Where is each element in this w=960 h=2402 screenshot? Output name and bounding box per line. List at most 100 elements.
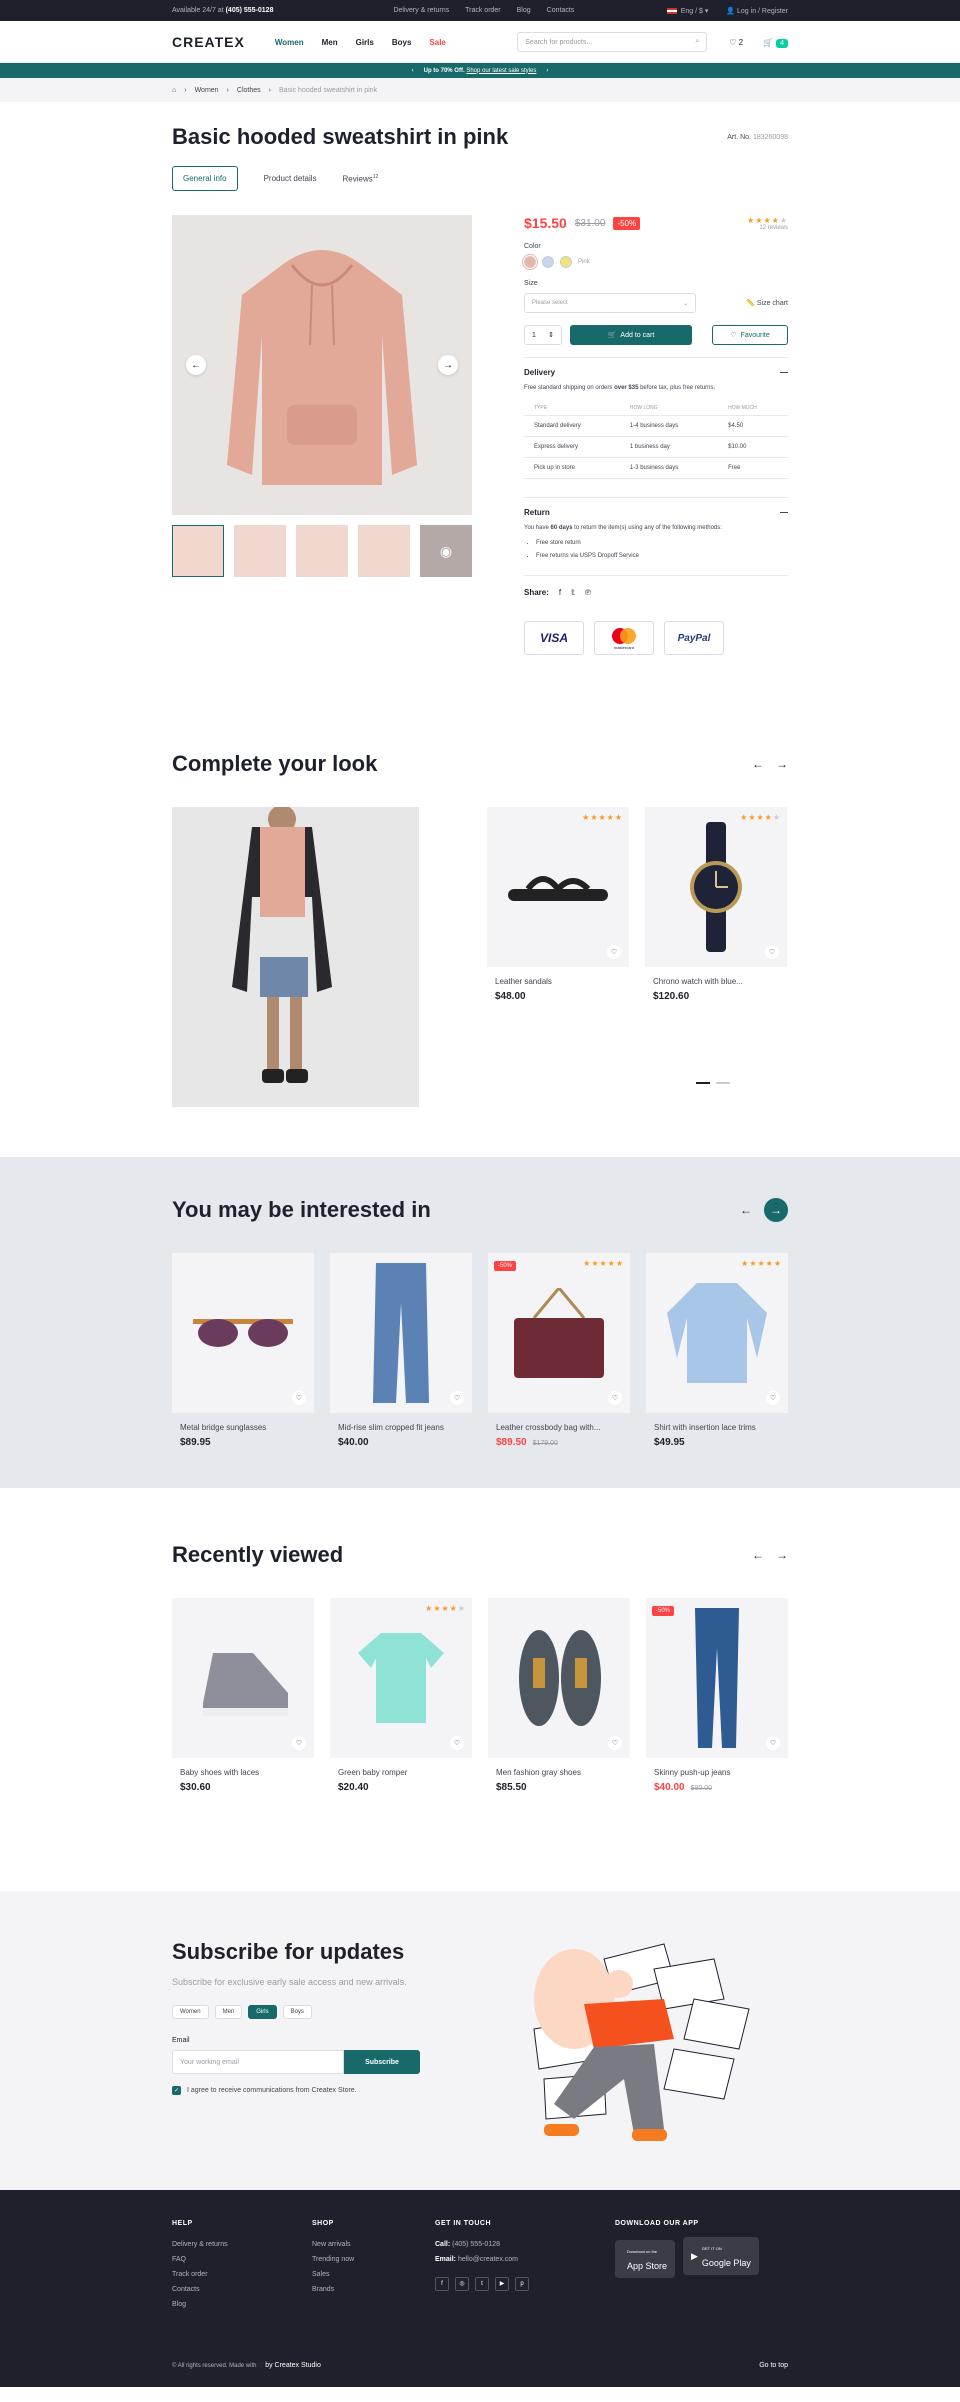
favourite-button[interactable]: ♡ Favourite	[712, 325, 788, 345]
product-name[interactable]: Baby shoes with laces	[180, 1768, 306, 1777]
chip-women[interactable]: Women	[172, 2005, 209, 2019]
footer-link[interactable]: Trending now	[312, 2252, 435, 2267]
nav-girls[interactable]: Girls	[356, 38, 374, 47]
color-swatch-pink[interactable]	[522, 254, 538, 270]
search-icon[interactable]: ⌕	[695, 38, 699, 46]
carousel-next-button[interactable]: →	[776, 1548, 788, 1562]
product-name[interactable]: Skinny push-up jeans	[654, 1768, 780, 1777]
color-swatch-blue[interactable]	[542, 256, 554, 268]
carousel-next-button[interactable]: →	[776, 757, 788, 771]
heart-icon[interactable]: ♡	[765, 945, 779, 959]
login-link[interactable]: 👤 Log in / Register	[726, 7, 788, 15]
topbar-link-delivery[interactable]: Delivery & returns	[393, 7, 449, 14]
language-selector[interactable]: Eng / $ ▾	[666, 7, 708, 15]
heart-icon[interactable]: ♡	[292, 1736, 306, 1750]
thumbnail[interactable]	[172, 525, 224, 577]
phone-link[interactable]: (405) 555-0128	[226, 7, 274, 14]
facebook-icon[interactable]: f	[559, 588, 561, 597]
wishlist-button[interactable]: ♡ 2	[729, 38, 743, 47]
footer-link[interactable]: Blog	[172, 2297, 312, 2312]
tab-general-info[interactable]: General info	[172, 166, 238, 191]
promo-prev-icon[interactable]: ‹	[412, 68, 414, 74]
product-name[interactable]: Men fashion gray shoes	[496, 1768, 622, 1777]
pinterest-icon[interactable]: p	[515, 2277, 529, 2291]
product-card[interactable]: ♡ Metal bridge sunglasses $89.95	[172, 1253, 314, 1448]
instagram-icon[interactable]: ◎	[455, 2277, 469, 2291]
search-input[interactable]: Search for products... ⌕	[517, 32, 708, 52]
video-thumbnail[interactable]: ◉	[420, 525, 472, 577]
add-to-cart-button[interactable]: 🛒 Add to cart	[570, 325, 692, 345]
nav-boys[interactable]: Boys	[392, 38, 412, 47]
carousel-prev-button[interactable]: ←	[752, 1548, 764, 1562]
product-card[interactable]: ★★★★★ ♡ Shirt with insertion lace trims …	[646, 1253, 788, 1448]
topbar-link-blog[interactable]: Blog	[517, 7, 531, 14]
footer-link[interactable]: New arrivals	[312, 2237, 435, 2252]
footer-link[interactable]: Delivery & returns	[172, 2237, 312, 2252]
product-name[interactable]: Chrono watch with blue...	[653, 977, 779, 986]
heart-icon[interactable]: ♡	[450, 1391, 464, 1405]
nav-women[interactable]: Women	[275, 38, 304, 47]
heart-icon[interactable]: ♡	[766, 1391, 780, 1405]
quantity-stepper[interactable]: 1 ⇕	[524, 325, 562, 345]
product-card[interactable]: ★★★★★ ♡ Leather sandals $48.00	[487, 807, 629, 1002]
footer-link[interactable]: Sales	[312, 2267, 435, 2282]
pinterest-icon[interactable]: ℗	[585, 588, 591, 597]
size-chart-link[interactable]: 📏 Size chart	[746, 299, 788, 307]
product-card[interactable]: ♡ Mid-rise slim cropped fit jeans $40.00	[330, 1253, 472, 1448]
heart-icon[interactable]: ♡	[766, 1736, 780, 1750]
product-card[interactable]: ★★★★★ ♡ Green baby romper $20.40	[330, 1598, 472, 1793]
breadcrumb-women[interactable]: Women	[195, 87, 219, 94]
youtube-icon[interactable]: ▶	[495, 2277, 509, 2291]
heart-icon[interactable]: ♡	[608, 1391, 622, 1405]
product-name[interactable]: Mid-rise slim cropped fit jeans	[338, 1423, 464, 1432]
delivery-toggle[interactable]: Delivery —	[524, 368, 788, 377]
thumbnail[interactable]	[296, 525, 348, 577]
breadcrumb-clothes[interactable]: Clothes	[237, 87, 261, 94]
chip-boys[interactable]: Boys	[282, 2005, 312, 2019]
twitter-icon[interactable]: t	[475, 2277, 489, 2291]
product-name[interactable]: Green baby romper	[338, 1768, 464, 1777]
product-card[interactable]: -50% ★★★★★ ♡ Leather crossbody bag with.…	[488, 1253, 630, 1448]
product-card[interactable]: ♡ Men fashion gray shoes $85.50	[488, 1598, 630, 1793]
color-swatch-yellow[interactable]	[560, 256, 572, 268]
nav-sale[interactable]: Sale	[429, 38, 445, 47]
product-rating[interactable]: ★★★★★ 12 reviews	[747, 216, 788, 231]
carousel-dot[interactable]	[696, 1082, 710, 1084]
chip-men[interactable]: Men	[214, 2005, 243, 2019]
heart-icon[interactable]: ♡	[607, 945, 621, 959]
go-to-top-button[interactable]: Go to top	[759, 2362, 788, 2369]
topbar-link-track[interactable]: Track order	[465, 7, 501, 14]
thumbnail[interactable]	[234, 525, 286, 577]
nav-men[interactable]: Men	[322, 38, 338, 47]
heart-icon[interactable]: ♡	[450, 1736, 464, 1750]
footer-link[interactable]: FAQ	[172, 2252, 312, 2267]
product-name[interactable]: Shirt with insertion lace trims	[654, 1423, 780, 1432]
footer-link[interactable]: Track order	[172, 2267, 312, 2282]
return-toggle[interactable]: Return —	[524, 508, 788, 517]
carousel-prev-button[interactable]: ←	[740, 1203, 752, 1217]
google-play-button[interactable]: ▶ GET IT ON Google Play	[682, 2237, 759, 2275]
promo-link[interactable]: Shop our latest sale styles	[466, 68, 536, 74]
gallery-next-button[interactable]: →	[438, 355, 458, 375]
facebook-icon[interactable]: f	[435, 2277, 449, 2291]
product-name[interactable]: Leather crossbody bag with...	[496, 1423, 622, 1432]
product-card[interactable]: -50% ♡ Skinny push-up jeans $40.00 $80.00	[646, 1598, 788, 1793]
thumbnail[interactable]	[358, 525, 410, 577]
cart-button[interactable]: 🛒 4	[763, 38, 788, 48]
chip-girls[interactable]: Girls	[248, 2005, 277, 2019]
promo-next-icon[interactable]: ›	[546, 68, 548, 74]
carousel-prev-button[interactable]: ←	[752, 757, 764, 771]
carousel-dot[interactable]	[716, 1082, 730, 1084]
footer-link[interactable]: Contacts	[172, 2282, 312, 2297]
carousel-next-button[interactable]: →	[764, 1198, 788, 1222]
product-name[interactable]: Metal bridge sunglasses	[180, 1423, 306, 1432]
topbar-link-contacts[interactable]: Contacts	[547, 7, 575, 14]
checkbox[interactable]: ✓	[172, 2086, 181, 2095]
home-icon[interactable]: ⌂	[172, 87, 176, 94]
product-card[interactable]: ♡ Baby shoes with laces $30.60	[172, 1598, 314, 1793]
footer-email[interactable]: hello@createx.com	[458, 2256, 518, 2263]
size-select[interactable]: Please select ⌄	[524, 293, 696, 313]
footer-link[interactable]: Brands	[312, 2282, 435, 2297]
tab-product-details[interactable]: Product details	[264, 174, 317, 183]
twitter-icon[interactable]: 𝕥	[571, 588, 575, 597]
